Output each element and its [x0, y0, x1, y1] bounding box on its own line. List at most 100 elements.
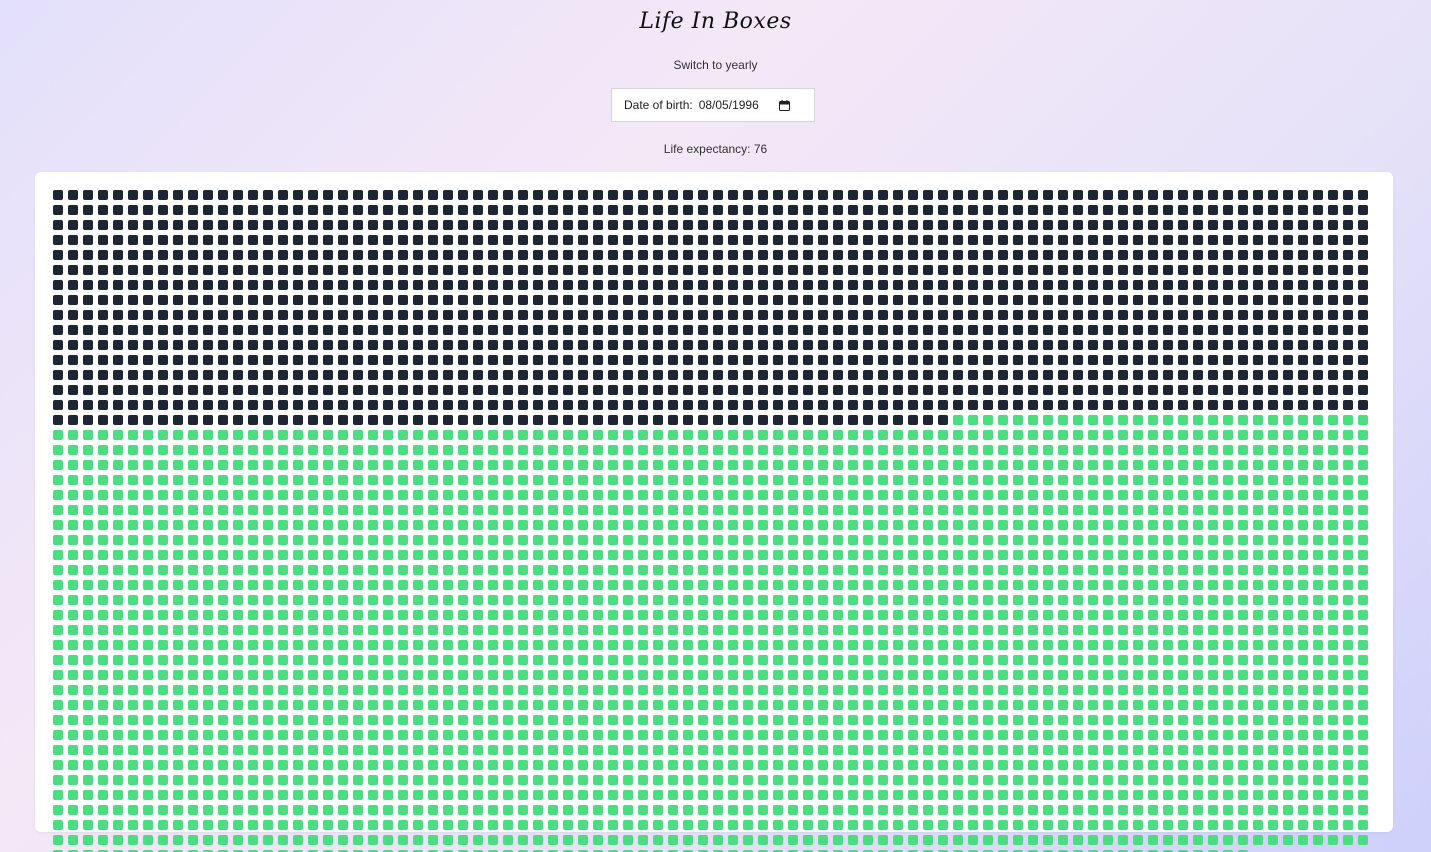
week-box-remaining — [1103, 430, 1113, 440]
week-box-lived — [653, 385, 663, 395]
week-box-remaining — [833, 520, 843, 530]
week-box-remaining — [83, 835, 93, 845]
week-box-remaining — [518, 790, 528, 800]
week-box-lived — [368, 250, 378, 260]
week-box-remaining — [1298, 655, 1308, 665]
week-box-lived — [1328, 340, 1338, 350]
week-box-lived — [758, 295, 768, 305]
week-box-lived — [608, 325, 618, 335]
week-box-remaining — [1343, 820, 1353, 830]
week-box-remaining — [548, 640, 558, 650]
week-box-remaining — [698, 475, 708, 485]
week-box-remaining — [503, 670, 513, 680]
week-box-lived — [878, 325, 888, 335]
week-box-remaining — [968, 640, 978, 650]
week-box-remaining — [1298, 565, 1308, 575]
week-box-remaining — [398, 460, 408, 470]
week-box-remaining — [53, 640, 63, 650]
week-box-remaining — [938, 640, 948, 650]
week-box-remaining — [83, 685, 93, 695]
week-box-remaining — [263, 475, 273, 485]
week-box-remaining — [743, 670, 753, 680]
week-box-remaining — [518, 805, 528, 815]
date-of-birth-input[interactable]: 08/05/1996 — [699, 98, 759, 112]
week-box-remaining — [533, 580, 543, 590]
week-box-remaining — [1193, 790, 1203, 800]
week-box-lived — [1178, 250, 1188, 260]
week-box-remaining — [773, 655, 783, 665]
week-box-lived — [353, 295, 363, 305]
week-box-remaining — [1238, 790, 1248, 800]
week-box-remaining — [713, 550, 723, 560]
week-box-remaining — [503, 730, 513, 740]
week-box-lived — [848, 295, 858, 305]
week-box-lived — [263, 385, 273, 395]
week-box-remaining — [1343, 730, 1353, 740]
week-box-remaining — [248, 610, 258, 620]
week-box-lived — [488, 280, 498, 290]
week-box-remaining — [638, 820, 648, 830]
week-box-remaining — [518, 430, 528, 440]
week-box-lived — [1133, 220, 1143, 230]
week-box-remaining — [533, 760, 543, 770]
week-box-remaining — [278, 535, 288, 545]
week-box-lived — [1103, 310, 1113, 320]
week-box-remaining — [608, 595, 618, 605]
week-box-remaining — [1163, 670, 1173, 680]
week-box-lived — [53, 220, 63, 230]
week-box-remaining — [98, 550, 108, 560]
week-box-lived — [428, 265, 438, 275]
week-box-remaining — [128, 550, 138, 560]
week-box-remaining — [143, 535, 153, 545]
week-box-remaining — [293, 760, 303, 770]
week-box-remaining — [758, 730, 768, 740]
week-box-lived — [458, 385, 468, 395]
week-box-remaining — [1313, 565, 1323, 575]
week-box-remaining — [158, 580, 168, 590]
week-box-lived — [1208, 325, 1218, 335]
week-box-lived — [923, 235, 933, 245]
week-box-lived — [728, 415, 738, 425]
week-box-remaining — [1193, 670, 1203, 680]
week-box-remaining — [623, 625, 633, 635]
week-box-remaining — [683, 745, 693, 755]
week-box-remaining — [908, 595, 918, 605]
week-box-lived — [1178, 400, 1188, 410]
week-box-lived — [1013, 370, 1023, 380]
week-box-lived — [623, 235, 633, 245]
week-box-remaining — [218, 670, 228, 680]
week-box-lived — [1253, 340, 1263, 350]
week-box-remaining — [983, 625, 993, 635]
week-box-remaining — [518, 520, 528, 530]
week-box-remaining — [593, 445, 603, 455]
week-box-remaining — [578, 445, 588, 455]
week-box-remaining — [623, 550, 633, 560]
week-box-remaining — [563, 565, 573, 575]
week-box-lived — [728, 205, 738, 215]
week-box-lived — [308, 190, 318, 200]
week-box-remaining — [1073, 490, 1083, 500]
week-box-remaining — [503, 790, 513, 800]
week-box-lived — [608, 190, 618, 200]
week-box-remaining — [1328, 565, 1338, 575]
date-of-birth-field[interactable]: Date of birth: 08/05/1996 — [611, 88, 815, 122]
week-box-lived — [863, 235, 873, 245]
week-box-remaining — [1343, 835, 1353, 845]
week-box-remaining — [293, 460, 303, 470]
week-box-lived — [848, 325, 858, 335]
calendar-icon[interactable] — [778, 99, 790, 111]
week-box-lived — [203, 355, 213, 365]
week-box-remaining — [338, 580, 348, 590]
week-box-remaining — [383, 445, 393, 455]
switch-to-yearly-link[interactable]: Switch to yearly — [673, 58, 757, 72]
week-box-remaining — [1328, 745, 1338, 755]
week-box-remaining — [803, 550, 813, 560]
week-box-lived — [1208, 355, 1218, 365]
week-box-lived — [488, 325, 498, 335]
week-box-lived — [368, 400, 378, 410]
week-box-remaining — [608, 445, 618, 455]
week-box-remaining — [443, 670, 453, 680]
week-box-remaining — [308, 550, 318, 560]
week-box-lived — [338, 415, 348, 425]
week-box-lived — [683, 385, 693, 395]
